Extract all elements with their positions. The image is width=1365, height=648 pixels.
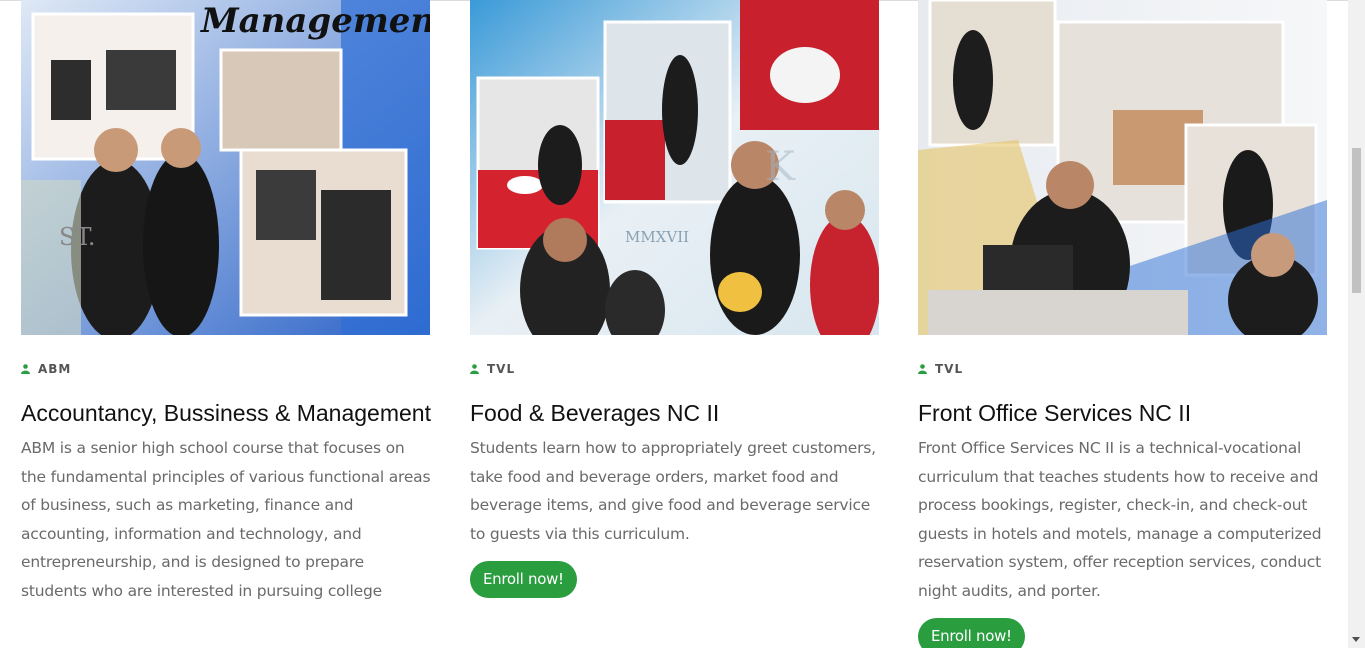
svg-text:ST.: ST. [59,223,96,251]
user-icon [21,364,30,374]
category-label[interactable]: TVL [487,362,515,376]
scrollbar-thumb[interactable] [1352,148,1361,293]
svg-text:Management: Management [200,1,430,41]
user-icon [918,364,927,374]
category-label[interactable]: TVL [935,362,963,376]
abm-collage-image: ST. Management [21,0,430,335]
course-card-food-beverages: MMXVII K TVL Food & Beverages NC II Stud… [470,0,880,598]
user-icon [470,364,479,374]
course-description: ABM is a senior high school course that … [21,439,431,600]
svg-text:MMXVII: MMXVII [625,228,689,246]
course-card-abm: ST. Management ABM Accountancy, Bussines… [21,0,431,605]
course-title[interactable]: Food & Beverages NC II [470,396,880,431]
course-image-food-beverages[interactable]: MMXVII K [470,0,879,335]
course-card-front-office: TVL Front Office Services NC II Front Of… [918,0,1328,648]
course-category: TVL [470,362,880,376]
scroll-down-arrow-icon[interactable] [1352,637,1360,642]
front-office-collage-image [918,0,1327,335]
course-image-front-office[interactable] [918,0,1327,335]
svg-text:K: K [765,144,796,190]
course-category: ABM [21,362,431,376]
enroll-now-button[interactable]: Enroll now! [918,618,1025,648]
course-description: Students learn how to appropriately gree… [470,439,876,543]
course-image-abm[interactable]: ST. Management [21,0,430,335]
food-beverages-collage-image: MMXVII K [470,0,879,335]
course-title[interactable]: Front Office Services NC II [918,396,1328,431]
course-category: TVL [918,362,1328,376]
course-title[interactable]: Accountancy, Bussiness & Management [21,396,431,431]
course-description: Front Office Services NC II is a technic… [918,439,1322,600]
enroll-now-button[interactable]: Enroll now! [470,561,577,598]
category-label[interactable]: ABM [38,362,71,376]
page-scrollbar[interactable] [1348,0,1365,648]
